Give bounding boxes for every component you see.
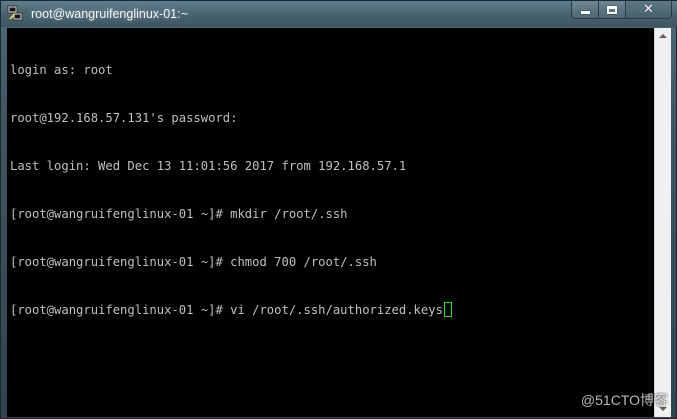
terminal-output[interactable]: login as: root root@192.168.57.131's pas… bbox=[7, 28, 654, 417]
terminal-line: login as: root bbox=[10, 63, 113, 77]
terminal-line: [root@wangruifenglinux-01 ~]# chmod 700 … bbox=[10, 255, 377, 269]
maximize-icon bbox=[607, 5, 617, 14]
terminal-line: [root@wangruifenglinux-01 ~]# mkdir /roo… bbox=[10, 207, 348, 221]
title-bar[interactable]: root@wangruifenglinux-01:~ ✕ bbox=[1, 1, 677, 27]
maximize-button[interactable] bbox=[599, 1, 626, 19]
terminal-current-line[interactable]: [root@wangruifenglinux-01 ~]# vi /root/.… bbox=[10, 302, 654, 318]
scroll-up-arrow-icon bbox=[659, 34, 667, 38]
terminal-line: root@192.168.57.131's password: bbox=[10, 111, 238, 125]
scroll-up-button[interactable] bbox=[655, 28, 671, 44]
vertical-scrollbar[interactable] bbox=[654, 28, 671, 417]
putty-icon[interactable] bbox=[7, 5, 24, 22]
watermark: @51CTO博客 bbox=[580, 392, 668, 408]
terminal-line: [root@wangruifenglinux-01 ~]# vi /root/.… bbox=[10, 303, 443, 317]
terminal-window: root@wangruifenglinux-01:~ ✕ login as: r… bbox=[0, 0, 677, 419]
terminal-line: Last login: Wed Dec 13 11:01:56 2017 fro… bbox=[10, 159, 407, 173]
window-title: root@wangruifenglinux-01:~ bbox=[31, 7, 188, 21]
close-button[interactable]: ✕ bbox=[626, 1, 672, 19]
minimize-icon bbox=[580, 11, 590, 14]
minimize-button[interactable] bbox=[571, 1, 599, 19]
text-cursor bbox=[443, 302, 452, 317]
close-icon: ✕ bbox=[643, 2, 654, 17]
window-controls: ✕ bbox=[571, 1, 672, 19]
